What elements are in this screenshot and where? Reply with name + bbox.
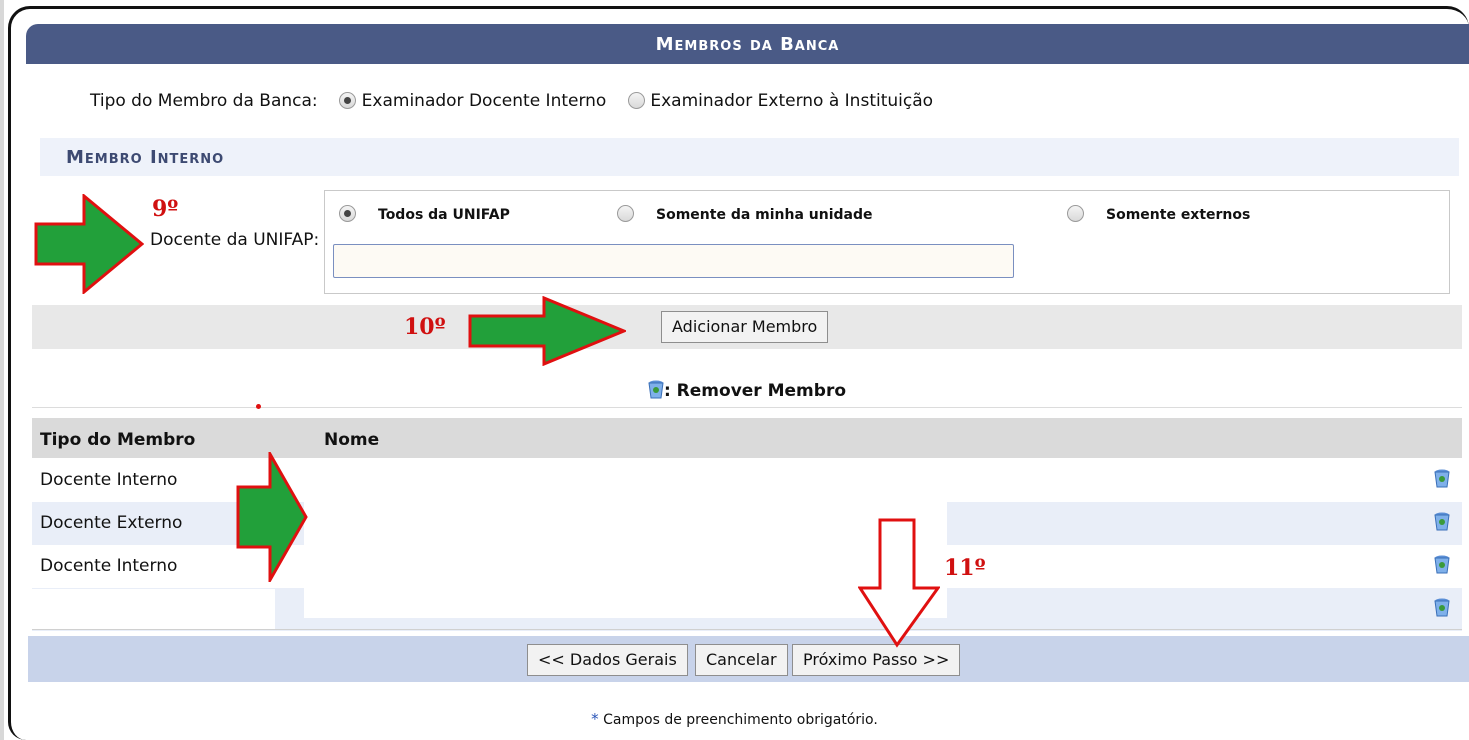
scope-option-external[interactable]: Somente externos — [1067, 205, 1250, 223]
step-10-marker: 10º — [404, 314, 446, 340]
remove-member-legend: : Remover Membro — [32, 362, 1462, 408]
col-tipo-header: Tipo do Membro — [40, 430, 196, 450]
scope-option-all[interactable]: Todos da UNIFAP — [339, 205, 510, 223]
radio-internal-examiner[interactable] — [339, 92, 357, 109]
internal-member-header: Membro Interno — [40, 138, 1459, 176]
mandatory-note-text: Campos de preenchimento obrigatório. — [603, 712, 878, 728]
trash-icon — [648, 380, 664, 399]
row-tipo: Docente Interno — [40, 470, 178, 490]
mandatory-note: * Campos de preenchimento obrigatório. — [0, 710, 1469, 728]
annotation-dot — [256, 404, 261, 409]
step-names-arrow-icon — [236, 452, 308, 582]
trash-icon[interactable] — [1434, 597, 1450, 617]
back-general-data-button[interactable]: << Dados Gerais — [527, 644, 688, 676]
next-step-button[interactable]: Próximo Passo >> — [792, 644, 961, 676]
remove-member-button[interactable] — [1434, 511, 1450, 533]
radio-my-unit[interactable] — [617, 205, 634, 222]
step-11-arrow-icon — [858, 518, 940, 648]
docente-input[interactable] — [333, 244, 1014, 278]
radio-all-unifap[interactable] — [339, 205, 356, 222]
member-type-row: Tipo do Membro da Banca: Examinador Doce… — [90, 86, 933, 116]
docente-search-box: Todos da UNIFAP Somente da minha unidade… — [324, 190, 1450, 294]
trash-icon[interactable] — [1434, 468, 1450, 488]
step-9-arrow-icon — [34, 194, 144, 294]
required-star-icon: * — [591, 710, 599, 728]
remove-member-label: : Remover Membro — [663, 381, 847, 401]
radio-external-examiner[interactable] — [627, 92, 645, 109]
table-bottom-rule — [32, 629, 1462, 630]
step-9-marker: 9º — [152, 196, 179, 222]
remove-member-button[interactable] — [1434, 468, 1450, 490]
row-tipo: Docente Interno — [40, 556, 178, 576]
member-type-label: Tipo do Membro da Banca: — [90, 91, 318, 111]
radio-external-examiner-label[interactable]: Examinador Externo à Instituição — [650, 91, 933, 111]
scope-option-unit[interactable]: Somente da minha unidade — [617, 205, 873, 223]
remove-member-button[interactable] — [1434, 554, 1450, 576]
cancel-button[interactable]: Cancelar — [695, 644, 788, 676]
left-edge-strip — [0, 0, 4, 740]
row-tipo: Docente Externo — [40, 513, 183, 533]
redacted-names-area — [304, 469, 947, 618]
trash-icon[interactable] — [1434, 511, 1450, 531]
remove-member-button[interactable] — [1434, 597, 1450, 619]
docente-label: Docente da UNIFAP: — [150, 230, 320, 250]
trash-icon[interactable] — [1434, 554, 1450, 574]
redacted-tipo-area — [32, 589, 275, 629]
col-nome-header: Nome — [324, 430, 380, 450]
add-member-button[interactable]: Adicionar Membro — [661, 311, 829, 343]
step-11-marker: 11º — [944, 555, 986, 581]
panel-title: Membros da Banca — [26, 24, 1469, 64]
radio-internal-examiner-label[interactable]: Examinador Docente Interno — [362, 91, 607, 111]
radio-external-only[interactable] — [1067, 205, 1084, 222]
step-10-arrow-icon — [468, 296, 626, 366]
